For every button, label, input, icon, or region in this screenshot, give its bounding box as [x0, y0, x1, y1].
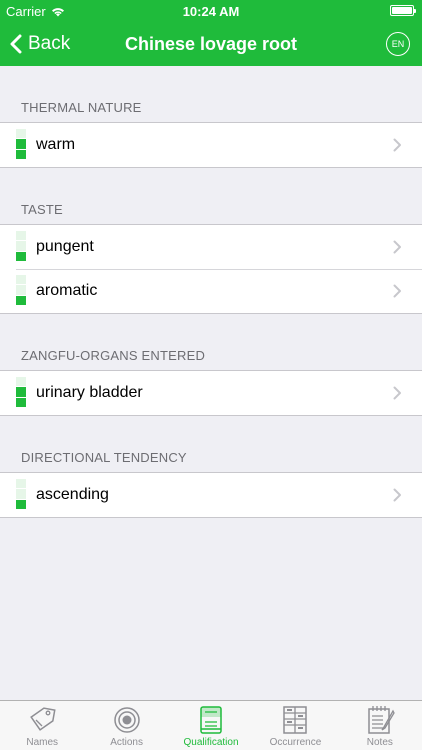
tab-names[interactable]: Names: [0, 701, 84, 750]
book-icon: [200, 706, 222, 734]
section-header: DIRECTIONAL TENDENCY: [21, 450, 187, 465]
tab-label: Names: [26, 737, 59, 748]
status-bar: Carrier 10:24 AM: [0, 0, 422, 22]
cabinet-icon: [283, 706, 308, 734]
qualification-list: THERMAL NATURE warm TASTE pungent aromatic ZA…: [0, 66, 422, 700]
list-item-label: aromatic: [36, 282, 98, 299]
chevron-right-icon: [393, 284, 401, 298]
tab-label: Notes: [366, 737, 393, 748]
chevron-right-icon: [393, 386, 401, 400]
tab-notes[interactable]: Notes: [338, 701, 422, 750]
status-time: 10:24 AM: [182, 4, 240, 19]
tab-label: Qualification: [183, 737, 239, 748]
level-indicator: [16, 129, 26, 159]
list-item[interactable]: pungent: [0, 225, 422, 269]
tab-actions[interactable]: Actions: [84, 701, 168, 750]
section-header: TASTE: [21, 202, 63, 217]
navigation-bar: Back Chinese lovage root EN: [0, 22, 422, 66]
level-indicator: [16, 275, 26, 305]
tab-label: Occurrence: [269, 737, 322, 748]
level-indicator: [16, 479, 26, 509]
battery-icon: [390, 5, 416, 16]
section-group: warm: [0, 122, 422, 168]
list-item-label: warm: [36, 136, 76, 153]
tab-occurrence[interactable]: Occurrence: [253, 701, 337, 750]
list-item[interactable]: aromatic: [0, 269, 422, 313]
list-item-label: urinary bladder: [36, 384, 143, 401]
tag-icon: [30, 707, 56, 731]
list-item[interactable]: ascending: [0, 473, 422, 517]
notepad-icon: [368, 706, 395, 734]
section-header: ZANGFU-ORGANS ENTERED: [21, 348, 206, 363]
chevron-right-icon: [393, 240, 401, 254]
language-button[interactable]: EN: [386, 32, 410, 56]
section-group: pungent aromatic: [0, 224, 422, 314]
target-icon: [113, 707, 140, 733]
section-group: urinary bladder: [0, 370, 422, 416]
level-indicator: [16, 231, 26, 261]
chevron-right-icon: [393, 138, 401, 152]
tab-qualification[interactable]: Qualification: [169, 701, 253, 750]
page-title: Chinese lovage root: [124, 34, 298, 54]
tab-bar: Names Actions Qualification Occurrence Notes: [0, 700, 422, 750]
list-item[interactable]: warm: [0, 123, 422, 167]
list-item-label: pungent: [36, 238, 94, 255]
list-item[interactable]: urinary bladder: [0, 371, 422, 415]
section-header: THERMAL NATURE: [21, 100, 142, 115]
section-group: ascending: [0, 472, 422, 518]
level-indicator: [16, 377, 26, 407]
chevron-right-icon: [393, 488, 401, 502]
list-item-label: ascending: [36, 486, 109, 503]
tab-label: Actions: [110, 737, 143, 748]
